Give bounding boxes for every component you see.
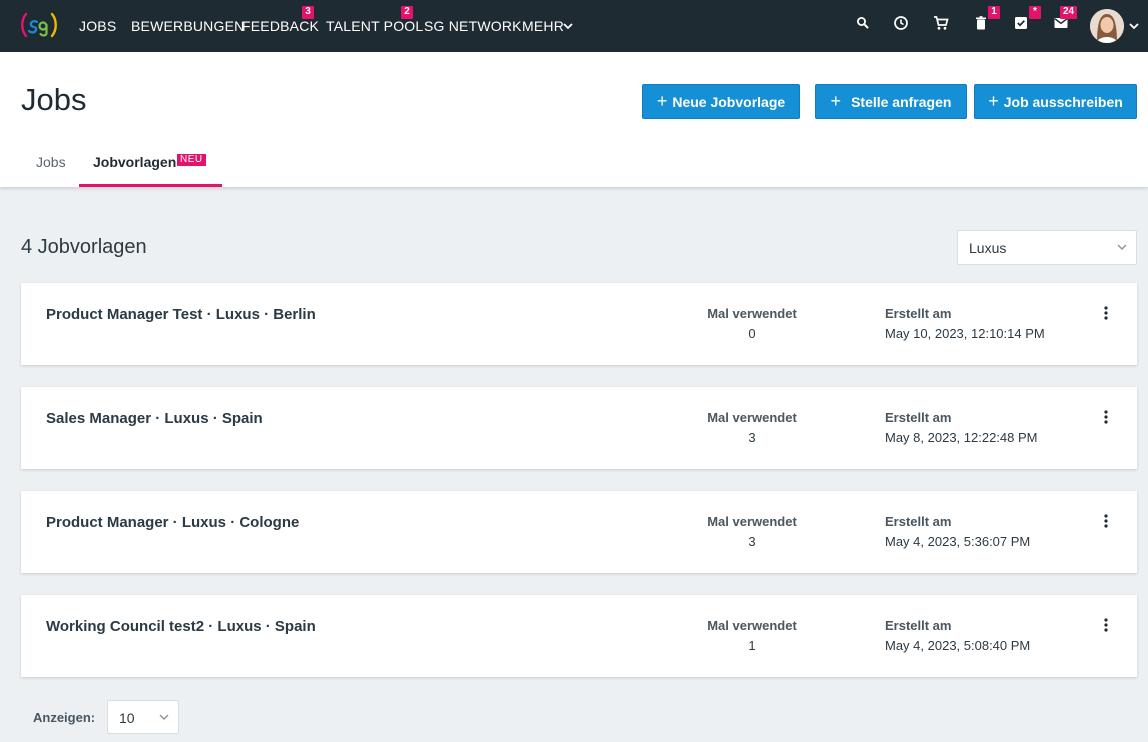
- page-size-select[interactable]: 10: [107, 700, 179, 734]
- created-value: May 4, 2023, 5:08:40 PM: [885, 638, 1031, 653]
- publish-job-label: Job ausschreiben: [1003, 93, 1123, 110]
- template-card[interactable]: Product Manager · Luxus · Cologne Mal ve…: [21, 491, 1137, 573]
- nav-talent-pool[interactable]: TALENT POOL: [326, 18, 423, 34]
- chevron-down-icon[interactable]: [562, 20, 574, 32]
- filter-select-value: Luxus: [969, 240, 1007, 256]
- talent-pool-count-badge: 2: [401, 6, 413, 19]
- nav-sg-network[interactable]: SG NETWORK: [424, 18, 522, 34]
- used-count-value: 3: [748, 430, 756, 445]
- new-job-template-button[interactable]: + Neue Jobvorlage: [642, 84, 800, 119]
- plus-icon: +: [656, 90, 668, 111]
- more-options-icon[interactable]: [1101, 305, 1111, 321]
- search-icon[interactable]: [854, 14, 872, 32]
- publish-job-button[interactable]: + Job ausschreiben: [974, 84, 1137, 119]
- used-count-value: 1: [748, 638, 756, 653]
- template-title[interactable]: Product Manager Test · Luxus · Berlin: [46, 306, 316, 323]
- active-tab-indicator: [79, 184, 222, 187]
- created-label: Erstellt am: [885, 410, 952, 425]
- used-count-label: Mal verwendet: [707, 514, 797, 529]
- template-title[interactable]: Product Manager · Luxus · Cologne: [46, 514, 299, 531]
- request-position-button[interactable]: + Stelle anfragen: [815, 84, 967, 119]
- filter-select[interactable]: Luxus: [957, 230, 1137, 265]
- new-badge: NEU: [177, 154, 206, 166]
- mail-count-badge: 24: [1060, 6, 1078, 19]
- used-count-label: Mal verwendet: [707, 306, 797, 321]
- tab-jobs[interactable]: Jobs: [36, 154, 66, 170]
- cart-icon[interactable]: [932, 14, 950, 32]
- chevron-down-icon: [159, 714, 169, 720]
- new-job-template-label: Neue Jobvorlage: [672, 93, 786, 110]
- used-count-value: 3: [748, 534, 756, 549]
- chevron-down-icon: [1117, 244, 1127, 250]
- tasks-badge: *: [1029, 6, 1041, 19]
- nav-mehr[interactable]: MEHR: [522, 18, 564, 34]
- more-options-icon[interactable]: [1101, 409, 1111, 425]
- created-label: Erstellt am: [885, 306, 952, 321]
- clock-icon[interactable]: [892, 14, 910, 32]
- template-title[interactable]: Working Council test2 · Luxus · Spain: [46, 618, 316, 635]
- used-count-label: Mal verwendet: [707, 410, 797, 425]
- feedback-count-badge: 3: [302, 6, 314, 19]
- task-check-icon[interactable]: [1012, 14, 1030, 32]
- request-position-label: Stelle anfragen: [851, 93, 952, 110]
- more-options-icon[interactable]: [1101, 617, 1111, 633]
- template-title[interactable]: Sales Manager · Luxus · Spain: [46, 410, 263, 427]
- more-options-icon[interactable]: [1101, 513, 1111, 529]
- chevron-down-icon[interactable]: [1128, 20, 1140, 32]
- page-size-label: Anzeigen:: [33, 710, 96, 725]
- nav-bewerbungen[interactable]: BEWERBUNGEN: [131, 18, 244, 34]
- page-title: Jobs: [21, 82, 87, 117]
- page-header: Jobs + Neue Jobvorlage + Stelle anfragen…: [0, 52, 1148, 187]
- template-card[interactable]: Working Council test2 · Luxus · Spain Ma…: [21, 595, 1137, 677]
- created-value: May 8, 2023, 12:22:48 PM: [885, 430, 1038, 445]
- page-size-value: 10: [119, 710, 135, 726]
- avatar[interactable]: [1090, 9, 1124, 43]
- created-label: Erstellt am: [885, 514, 952, 529]
- sg-logo[interactable]: [20, 10, 58, 40]
- template-count-heading: 4 Jobvorlagen: [21, 236, 147, 258]
- plus-icon: +: [988, 90, 999, 111]
- trash-count-badge: 1: [988, 6, 1000, 19]
- tab-jobvorlagen[interactable]: Jobvorlagen: [93, 154, 176, 170]
- nav-jobs[interactable]: JOBS: [79, 18, 116, 34]
- created-label: Erstellt am: [885, 618, 952, 633]
- nav-feedback[interactable]: FEEDBACK: [242, 18, 319, 34]
- created-value: May 4, 2023, 5:36:07 PM: [885, 534, 1031, 549]
- created-value: May 10, 2023, 12:10:14 PM: [885, 326, 1045, 341]
- plus-icon: +: [830, 90, 842, 111]
- used-count-label: Mal verwendet: [707, 618, 797, 633]
- used-count-value: 0: [748, 326, 756, 341]
- top-nav: JOBS BEWERBUNGEN FEEDBACK 3 TALENT POOL …: [0, 0, 1148, 52]
- template-card[interactable]: Sales Manager · Luxus · Spain Mal verwen…: [21, 387, 1137, 469]
- template-card[interactable]: Product Manager Test · Luxus · Berlin Ma…: [21, 283, 1137, 365]
